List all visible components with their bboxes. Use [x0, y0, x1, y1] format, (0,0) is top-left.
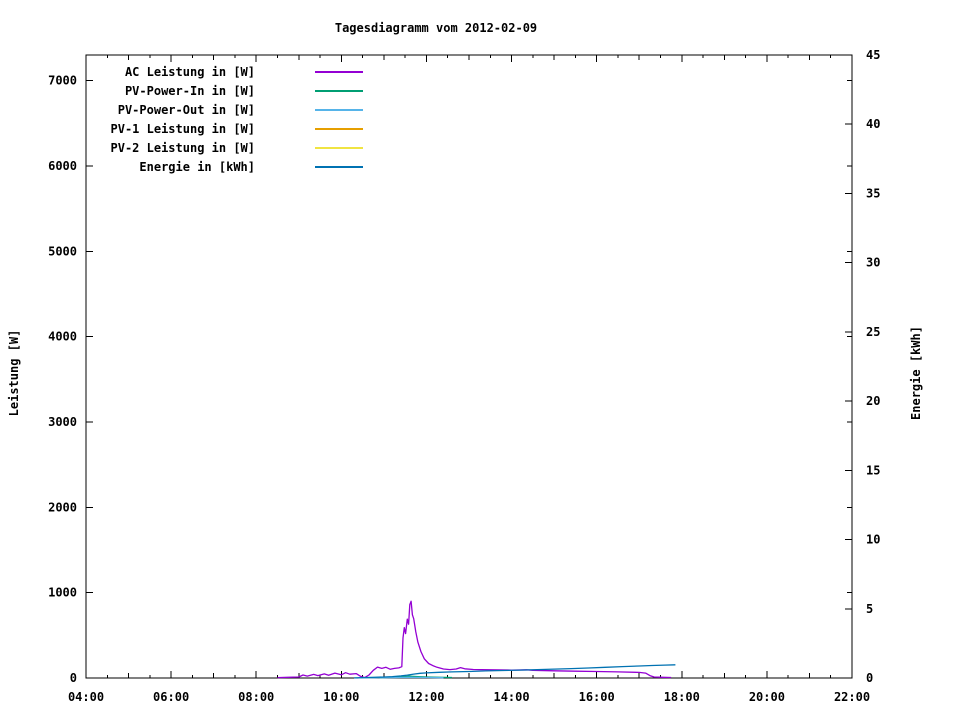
legend-item: PV-Power-In in [W] [86, 81, 363, 100]
legend-item: PV-1 Leistung in [W] [86, 119, 363, 138]
y-tick-label: 6000 [48, 159, 77, 173]
legend-label: Energie in [kWh] [139, 159, 255, 174]
legend-color-sample [315, 70, 363, 73]
y-tick-label: 2000 [48, 500, 77, 514]
y2-tick-label: 10 [866, 533, 880, 547]
legend-color-sample [315, 146, 363, 149]
y2-tick-label: 45 [866, 48, 880, 62]
y2-tick-label: 5 [866, 602, 873, 616]
y-tick-label: 5000 [48, 244, 77, 258]
x-tick-label: 14:00 [493, 690, 529, 704]
y2-tick-label: 0 [866, 671, 873, 685]
y2-tick-label: 35 [866, 186, 880, 200]
legend-label: PV-1 Leistung in [W] [110, 121, 256, 136]
legend-item: PV-Power-Out in [W] [86, 100, 363, 119]
legend-item: PV-2 Leistung in [W] [86, 138, 363, 157]
y-tick-label: 0 [70, 671, 77, 685]
legend-label: PV-Power-In in [W] [124, 83, 255, 98]
x-tick-label: 10:00 [323, 690, 359, 704]
legend-label: PV-2 Leistung in [W] [110, 140, 256, 155]
chart-page: { "chart_data": { "type": "line", "title… [0, 0, 960, 720]
y-tick-label: 1000 [48, 586, 77, 600]
x-tick-label: 20:00 [749, 690, 785, 704]
y-tick-label: 7000 [48, 74, 77, 88]
y2-tick-label: 40 [866, 117, 880, 131]
legend-item: AC Leistung in [W] [86, 62, 363, 81]
legend-color-sample [315, 127, 363, 130]
x-tick-label: 16:00 [579, 690, 615, 704]
y-tick-label: 3000 [48, 415, 77, 429]
legend-label: PV-Power-Out in [W] [117, 102, 255, 117]
legend-color-sample [315, 89, 363, 92]
x-tick-label: 12:00 [408, 690, 444, 704]
series-line-ac-leistung [277, 600, 672, 679]
x-tick-label: 06:00 [153, 690, 189, 704]
legend-color-sample [315, 165, 363, 168]
legend: AC Leistung in [W] PV-Power-In in [W] PV-P… [86, 62, 363, 176]
y2-tick-label: 25 [866, 325, 880, 339]
y2-tick-label: 15 [866, 463, 880, 477]
y2-tick-label: 20 [866, 394, 880, 408]
x-tick-label: 04:00 [68, 690, 104, 704]
legend-label: AC Leistung in [W] [124, 64, 255, 79]
y2-tick-label: 30 [866, 256, 880, 270]
legend-item: Energie in [kWh] [86, 157, 363, 176]
y-tick-label: 4000 [48, 330, 77, 344]
x-tick-label: 22:00 [834, 690, 870, 704]
x-tick-label: 18:00 [664, 690, 700, 704]
legend-color-sample [315, 108, 363, 111]
x-tick-label: 08:00 [238, 690, 274, 704]
